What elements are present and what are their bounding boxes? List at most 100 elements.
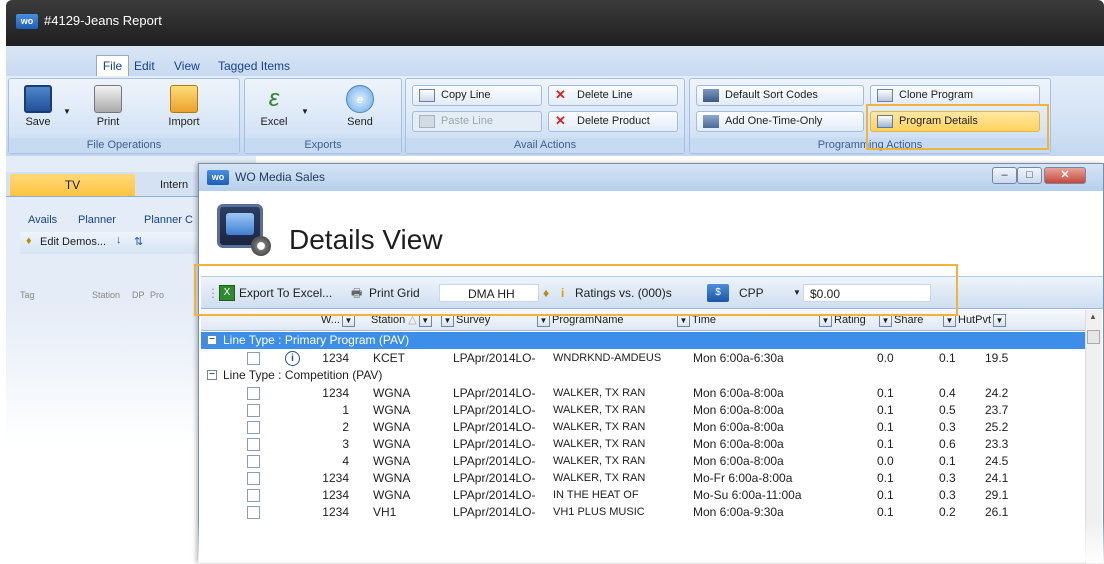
group-label: Line Type : Competition (PAV) bbox=[223, 368, 383, 382]
tab-internet[interactable]: Intern bbox=[160, 179, 188, 191]
row-checkbox[interactable] bbox=[247, 352, 260, 365]
table-row[interactable]: 4 WGNA LPApr/2014LO- WALKER, TX RAN Mon 6:00… bbox=[201, 453, 1085, 470]
scrollbar-thumb[interactable] bbox=[1087, 330, 1100, 344]
collapse-icon[interactable]: − bbox=[207, 370, 217, 380]
paste-line-button[interactable]: Paste Line bbox=[412, 111, 542, 132]
table-row[interactable]: i 1234 KCET LPApr/2014LO- WNDRKND-AMDEUS Mon … bbox=[201, 350, 1085, 367]
cell-rating: 0.1 bbox=[877, 471, 894, 485]
group-row[interactable]: − Line Type : Primary Program (PAV) bbox=[201, 332, 1085, 349]
edit-demos-button[interactable]: Edit Demos... bbox=[40, 236, 106, 248]
cell-share: 0.2 bbox=[939, 505, 956, 519]
send-button[interactable]: e Send bbox=[335, 82, 385, 137]
table-row[interactable]: 1234 WGNA LPApr/2014LO- WALKER, TX RAN Mo-Fr… bbox=[201, 470, 1085, 487]
group-avail-actions: Copy Line Paste Line ✕ Delete Line ✕ Del… bbox=[405, 78, 685, 154]
cell-program: WALKER, TX RAN bbox=[553, 387, 646, 399]
add-one-time-only-button[interactable]: Add One-Time-Only bbox=[696, 111, 864, 132]
sort-down-icon[interactable]: ↓ bbox=[116, 234, 122, 246]
cell-time: Mon 6:00a-8:00a bbox=[693, 403, 784, 417]
details-dialog: wo WO Media Sales – □ ✕ Details View ⋮ X… bbox=[198, 163, 1104, 564]
cell-station: KCET bbox=[373, 351, 406, 365]
cell-share: 0.3 bbox=[939, 488, 956, 502]
maximize-button[interactable]: □ bbox=[1017, 167, 1042, 184]
cell-program: WALKER, TX RAN bbox=[553, 404, 646, 416]
collapse-icon[interactable]: − bbox=[207, 335, 217, 345]
cell-program: WALKER, TX RAN bbox=[553, 421, 646, 433]
cell-rating: 0.1 bbox=[877, 437, 894, 451]
cell-w: 1234 bbox=[322, 488, 349, 502]
cell-station: WGNA bbox=[373, 454, 411, 468]
cell-survey: LPApr/2014LO- bbox=[453, 454, 536, 468]
group-label: Exports bbox=[245, 138, 401, 153]
row-checkbox[interactable] bbox=[247, 387, 260, 400]
cell-program: WALKER, TX RAN bbox=[553, 472, 646, 484]
tab-planner-c[interactable]: Planner C bbox=[144, 214, 193, 226]
menu-file[interactable]: File bbox=[96, 55, 129, 77]
default-sort-codes-button[interactable]: Default Sort Codes bbox=[696, 85, 864, 106]
menu-view[interactable]: View bbox=[174, 59, 200, 73]
print-button[interactable]: Print bbox=[83, 82, 133, 137]
row-checkbox[interactable] bbox=[247, 438, 260, 451]
cell-time: Mon 6:00a-8:00a bbox=[693, 420, 784, 434]
paste-line-icon bbox=[419, 115, 435, 128]
cell-hutpvt: 23.7 bbox=[985, 403, 1009, 417]
tab-planner[interactable]: Planner bbox=[78, 214, 116, 226]
copy-line-button[interactable]: Copy Line bbox=[412, 85, 542, 106]
minimize-button[interactable]: – bbox=[992, 167, 1017, 184]
table-row[interactable]: 1 WGNA LPApr/2014LO- WALKER, TX RAN Mon 6:00… bbox=[201, 402, 1085, 419]
save-dropdown-icon[interactable]: ▼ bbox=[63, 107, 71, 116]
chevron-down-icon[interactable]: ▼ bbox=[993, 313, 1007, 327]
cell-rating: 0.0 bbox=[877, 454, 894, 468]
cell-rating: 0.1 bbox=[877, 488, 894, 502]
dialog-title: WO Media Sales bbox=[235, 170, 326, 184]
cell-share: 0.5 bbox=[939, 403, 956, 417]
row-checkbox[interactable] bbox=[247, 489, 260, 502]
row-checkbox[interactable] bbox=[247, 404, 260, 417]
cell-w: 1234 bbox=[322, 351, 349, 365]
info-icon[interactable]: i bbox=[285, 351, 300, 366]
cell-survey: LPApr/2014LO- bbox=[453, 386, 536, 400]
row-checkbox[interactable] bbox=[247, 472, 260, 485]
row-checkbox[interactable] bbox=[247, 506, 260, 519]
close-button[interactable]: ✕ bbox=[1044, 167, 1086, 184]
cell-station: WGNA bbox=[373, 471, 411, 485]
sort-az-icon[interactable]: ⇅ bbox=[134, 235, 143, 248]
delete-product-icon: ✕ bbox=[555, 113, 566, 128]
clone-program-button[interactable]: Clone Program bbox=[870, 85, 1040, 106]
group-row[interactable]: − Line Type : Competition (PAV) bbox=[201, 367, 1085, 384]
table-row[interactable]: 1234 WGNA LPApr/2014LO- WALKER, TX RAN Mon 6… bbox=[201, 385, 1085, 402]
cell-rating: 0.1 bbox=[877, 420, 894, 434]
save-button[interactable]: Save bbox=[13, 82, 63, 137]
col-tag: Tag bbox=[20, 290, 35, 300]
scroll-up-icon[interactable]: ▲ bbox=[1089, 312, 1097, 321]
cell-hutpvt: 26.1 bbox=[985, 505, 1009, 519]
delete-product-button[interactable]: ✕ Delete Product bbox=[548, 111, 678, 132]
delete-line-button[interactable]: ✕ Delete Line bbox=[548, 85, 678, 106]
tab-avails[interactable]: Avails bbox=[28, 214, 57, 226]
excel-button[interactable]: ε Excel bbox=[249, 82, 299, 137]
menu-tagged-items[interactable]: Tagged Items bbox=[218, 59, 290, 73]
menu-bar: File Edit View Tagged Items bbox=[6, 46, 1104, 80]
cell-survey: LPApr/2014LO- bbox=[453, 488, 536, 502]
bottom-fade bbox=[198, 520, 1104, 563]
cell-w: 4 bbox=[342, 454, 349, 468]
cell-time: Mo-Fr 6:00a-8:00a bbox=[693, 471, 793, 485]
cell-hutpvt: 29.1 bbox=[985, 488, 1009, 502]
menu-edit[interactable]: Edit bbox=[134, 59, 155, 73]
table-row[interactable]: 1234 WGNA LPApr/2014LO- IN THE HEAT OF Mo-Su… bbox=[201, 487, 1085, 504]
import-button[interactable]: Import bbox=[159, 82, 209, 137]
cell-survey: LPApr/2014LO- bbox=[453, 403, 536, 417]
clone-program-icon bbox=[877, 89, 893, 102]
dialog-logo-icon: wo bbox=[207, 170, 229, 185]
table-row[interactable]: 1234 VH1 LPApr/2014LO- VH1 PLUS MUSIC Mon 6:… bbox=[201, 504, 1085, 521]
cell-program: WALKER, TX RAN bbox=[553, 438, 646, 450]
table-row[interactable]: 2 WGNA LPApr/2014LO- WALKER, TX RAN Mon 6:00… bbox=[201, 419, 1085, 436]
printer-icon bbox=[94, 85, 122, 113]
group-label: Avail Actions bbox=[406, 138, 684, 153]
send-icon: e bbox=[346, 85, 374, 113]
row-checkbox[interactable] bbox=[247, 421, 260, 434]
excel-dropdown-icon[interactable]: ▼ bbox=[301, 107, 309, 116]
row-checkbox[interactable] bbox=[247, 455, 260, 468]
cell-rating: 0.0 bbox=[877, 351, 894, 365]
table-row[interactable]: 3 WGNA LPApr/2014LO- WALKER, TX RAN Mon 6:00… bbox=[201, 436, 1085, 453]
tab-tv[interactable]: TV bbox=[10, 174, 135, 196]
